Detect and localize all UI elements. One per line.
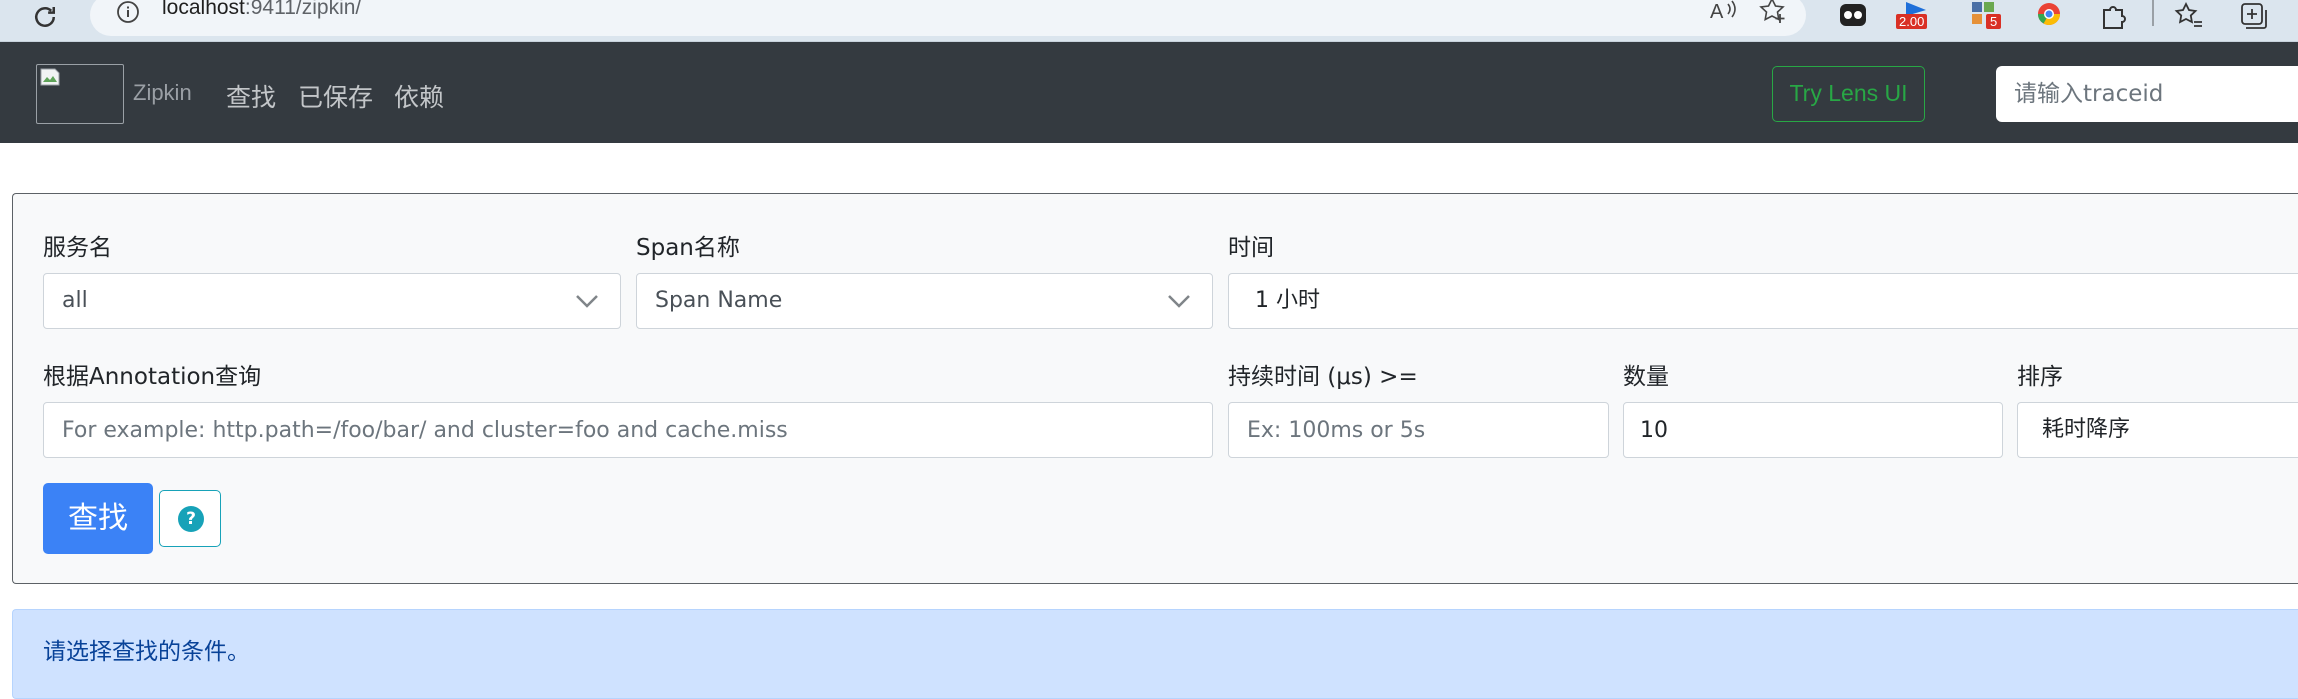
broken-image-icon [40, 68, 60, 86]
zoom-extension-icon[interactable]: 2.00 [1896, 0, 1936, 34]
span-name-value: Span Name [655, 288, 783, 313]
url-text: localhost:9411/zipkin/ [162, 0, 362, 19]
svg-text:A: A [1710, 1, 1724, 23]
read-aloud-icon[interactable]: A [1708, 0, 1740, 26]
site-info-icon[interactable] [116, 0, 140, 24]
address-bar[interactable]: localhost:9411/zipkin/ A [90, 0, 1806, 36]
brand-name[interactable]: Zipkin [133, 80, 192, 106]
help-button[interactable]: ? [159, 490, 221, 547]
sort-label: 排序 [2017, 364, 2063, 390]
top-navbar: Zipkin 查找 已保存 依赖 Try Lens UI [0, 42, 2298, 143]
extension-icon[interactable] [1836, 0, 1870, 34]
zipkin-logo[interactable] [36, 64, 124, 124]
favorite-star-icon[interactable] [1758, 0, 1790, 26]
traceid-input[interactable] [1996, 66, 2298, 122]
limit-input[interactable] [1623, 402, 2003, 458]
chevron-down-icon [1168, 295, 1190, 308]
zoom-badge: 2.00 [1896, 14, 1928, 29]
time-value: 1 小时 [1255, 288, 1320, 313]
toolbar-divider [2152, 0, 2154, 26]
annotation-query-input[interactable] [43, 402, 1213, 458]
span-name-select[interactable]: Span Name [636, 273, 1213, 329]
time-label: 时间 [1228, 235, 1274, 261]
service-name-value: all [62, 288, 88, 313]
span-name-label: Span名称 [636, 235, 740, 261]
limit-label: 数量 [1623, 364, 1669, 390]
info-alert: 请选择查找的条件。 [12, 609, 2298, 699]
search-button[interactable]: 查找 [43, 483, 153, 554]
annotation-query-label: 根据Annotation查询 [43, 364, 262, 390]
apps-extension-icon[interactable]: 5 [1970, 0, 2006, 34]
min-duration-label: 持续时间 (μs) >= [1228, 364, 1418, 390]
nav-link-search[interactable]: 查找 [226, 78, 276, 114]
alert-message: 请选择查找的条件。 [43, 639, 250, 665]
browser-toolbar: localhost:9411/zipkin/ A 2.00 5 [0, 0, 2298, 42]
min-duration-input[interactable] [1228, 402, 1609, 458]
service-name-select[interactable]: all [43, 273, 621, 329]
chrome-logo-icon[interactable] [2032, 0, 2066, 34]
collections-icon[interactable] [2236, 0, 2270, 34]
extensions-puzzle-icon[interactable] [2096, 0, 2130, 34]
try-lens-ui-button[interactable]: Try Lens UI [1772, 66, 1925, 122]
search-panel: 服务名 all Span名称 Span Name 时间 1 小时 根据Annot… [12, 193, 2298, 584]
chevron-down-icon [576, 295, 598, 308]
sort-select[interactable]: 耗时降序 [2017, 402, 2298, 458]
nav-link-dependencies[interactable]: 依赖 [394, 78, 444, 114]
ext-badge: 5 [1986, 14, 2002, 29]
time-select[interactable]: 1 小时 [1228, 273, 2298, 329]
reload-icon[interactable] [30, 2, 60, 32]
service-name-label: 服务名 [43, 235, 112, 261]
question-circle-icon: ? [178, 506, 204, 532]
sort-value: 耗时降序 [2042, 417, 2131, 442]
favorites-icon[interactable] [2172, 0, 2206, 34]
nav-link-saved[interactable]: 已保存 [298, 78, 373, 114]
